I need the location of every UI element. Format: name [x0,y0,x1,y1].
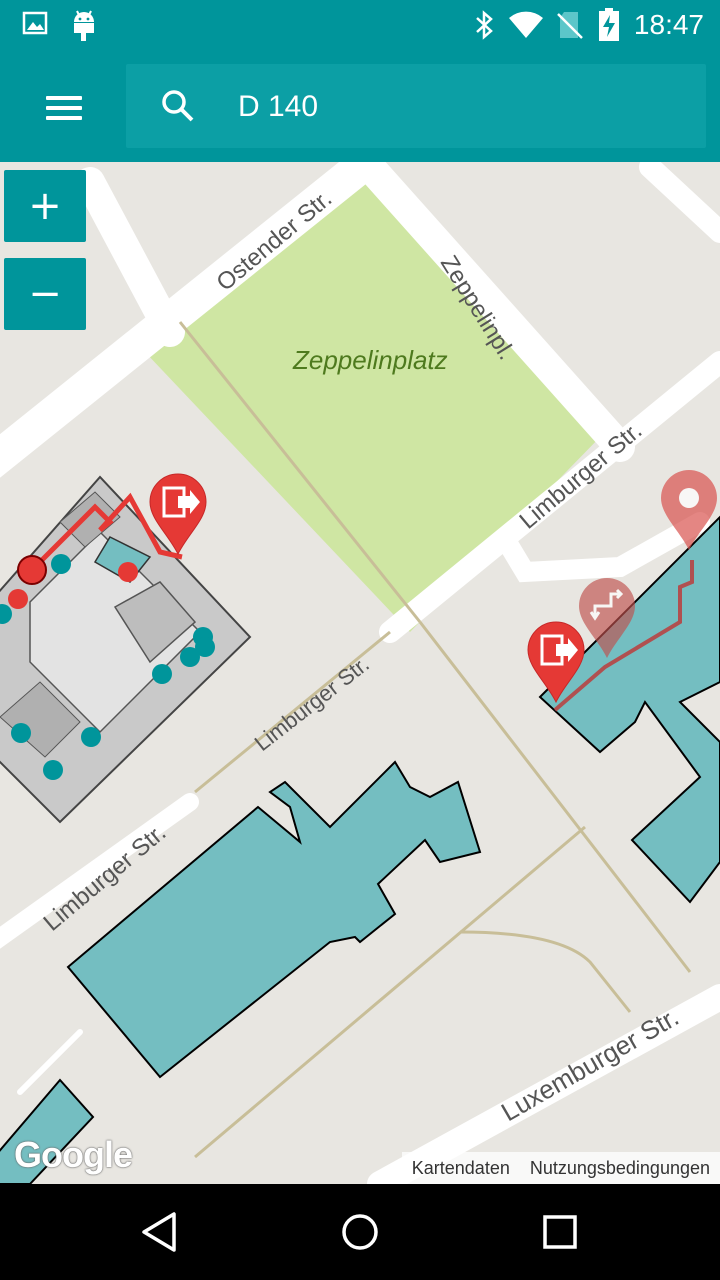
zoom-in-button[interactable]: + [4,170,86,242]
no-sim-icon [557,12,583,39]
map-attribution: Kartendaten Nutzungsbedingungen [401,1152,720,1184]
search-box[interactable] [126,64,706,148]
image-icon [22,11,48,35]
map-data-link[interactable]: Kartendaten [402,1158,520,1179]
zoom-out-button[interactable]: − [4,258,86,330]
street-label-luxemburger: Luxemburger Str. [496,1001,684,1127]
street-label-limburger-mid: Limburger Str. [250,651,374,756]
current-location-dot [17,555,47,585]
battery-charging-icon [599,8,619,41]
building-center[interactable] [66,760,482,1079]
status-bar: 18:47 [0,0,720,50]
search-icon[interactable] [160,88,196,124]
status-time: 18:47 [633,9,704,40]
app-bar [0,50,720,162]
google-logo: Google [14,1134,133,1175]
indoor-building[interactable] [0,475,252,824]
park-label: Zeppelinplatz [292,345,448,375]
back-triangle-icon[interactable] [136,1208,184,1256]
map-canvas[interactable]: Ostender Str. Zeppelinpl. Limburger Str.… [0,162,720,1184]
wifi-icon [509,11,543,38]
bluetooth-icon [476,10,493,40]
navigation-bar [0,1184,720,1280]
hamburger-menu-icon[interactable] [40,90,88,126]
map-view[interactable]: Ostender Str. Zeppelinpl. Limburger Str.… [0,162,720,1184]
search-input[interactable] [236,84,680,130]
android-icon [74,10,94,41]
home-circle-icon[interactable] [336,1208,384,1256]
terms-link[interactable]: Nutzungsbedingungen [520,1158,720,1179]
recents-square-icon[interactable] [536,1208,584,1256]
